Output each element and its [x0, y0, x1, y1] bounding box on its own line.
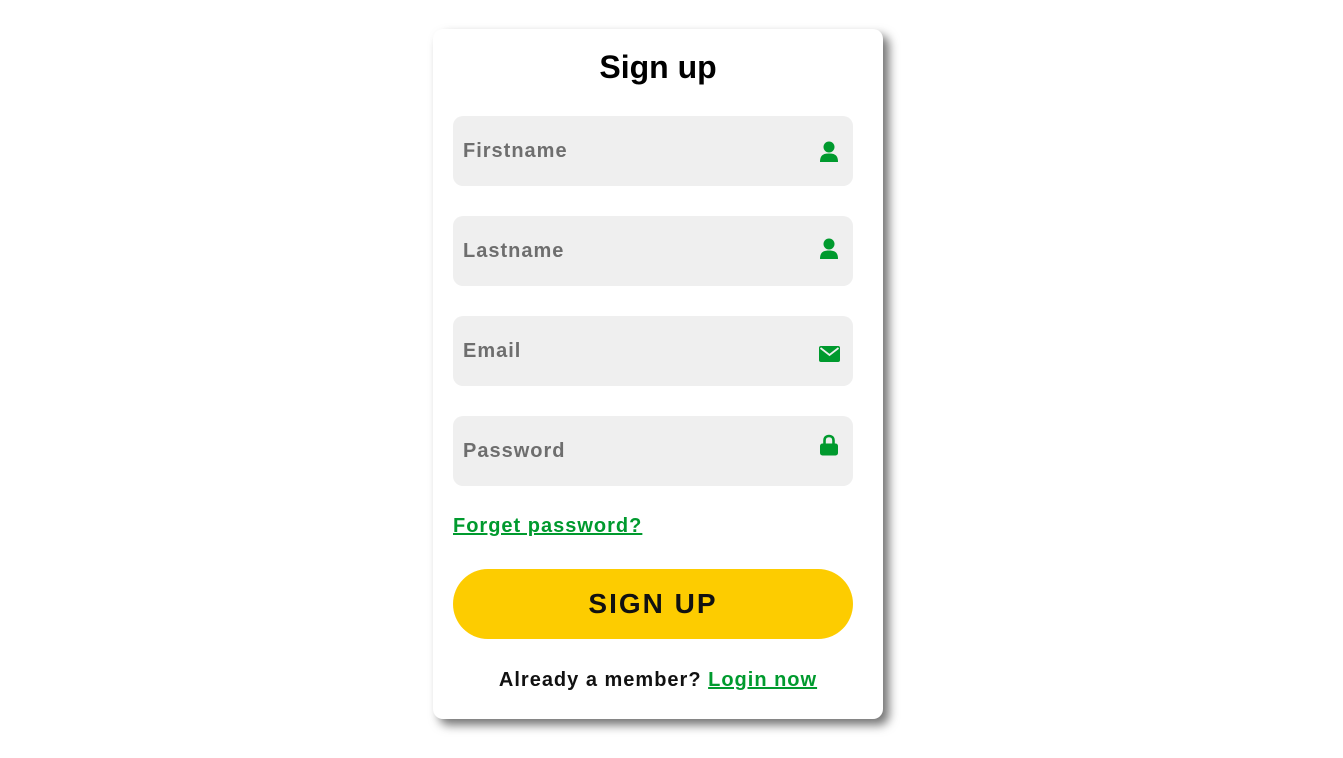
login-now-link[interactable]: Login now: [708, 669, 817, 691]
firstname-field-container: [453, 116, 853, 186]
signup-card: Sign up Firstname Lastname Email Forget …: [433, 29, 883, 719]
lock-icon: [817, 433, 841, 457]
email-input[interactable]: [453, 316, 803, 386]
user-icon: [817, 140, 841, 164]
firstname-input[interactable]: [453, 116, 803, 186]
password-input[interactable]: [453, 416, 803, 486]
lastname-input[interactable]: [453, 216, 803, 286]
signup-button[interactable]: SIGN UP: [453, 569, 853, 639]
user-icon: [817, 237, 841, 261]
member-text: Already a member?: [498, 669, 702, 691]
email-field-container: [453, 316, 853, 386]
forgot-password-link[interactable]: Forget password?: [453, 515, 642, 538]
lastname-field-container: [453, 216, 853, 286]
password-field-container: [453, 416, 853, 486]
envelope-icon: [817, 342, 841, 366]
login-prompt: Already a member? Login now: [433, 669, 883, 692]
form-title: Sign up: [599, 49, 717, 85]
